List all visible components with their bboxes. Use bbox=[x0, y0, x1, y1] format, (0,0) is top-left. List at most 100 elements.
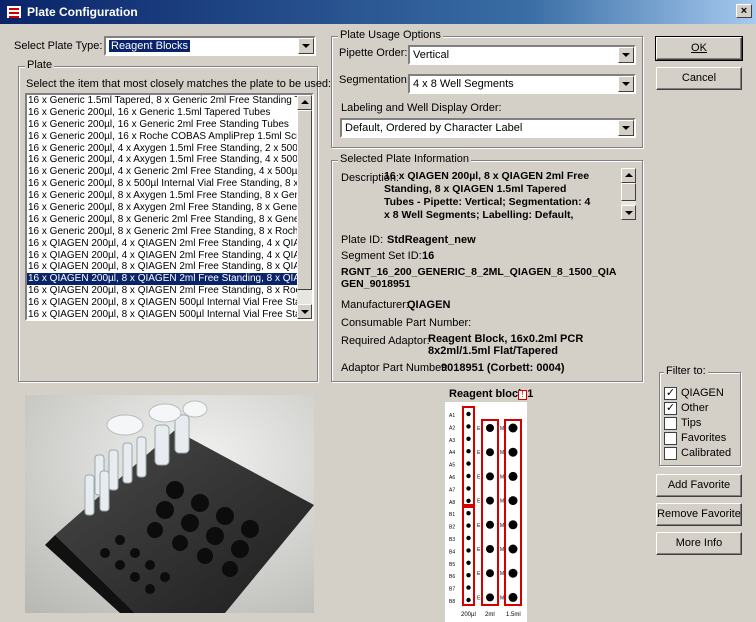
description-line: x 8 Well Segments; Labelling: Default, bbox=[384, 209, 574, 221]
remove-favorite-button[interactable]: Remove Favorite bbox=[656, 503, 742, 526]
plate-list-item[interactable]: 16 x Generic 200µl, 8 x Generic 2ml Free… bbox=[27, 226, 297, 238]
tube-size-label: 2ml bbox=[485, 612, 495, 618]
plate-list-item[interactable]: 16 x Generic 200µl, 4 x Axygen 1.5ml Fre… bbox=[27, 154, 297, 166]
well[interactable] bbox=[466, 411, 471, 417]
well[interactable] bbox=[486, 569, 494, 578]
plate-list-item[interactable]: 16 x Generic 200µl, 8 x 500µl Internal V… bbox=[27, 178, 297, 190]
well[interactable] bbox=[486, 593, 494, 602]
plate-list-item[interactable]: 16 x QIAGEN 200µl, 8 x QIAGEN 2ml Free S… bbox=[27, 273, 297, 286]
well[interactable] bbox=[486, 496, 494, 505]
plate-list-item[interactable]: 16 x QIAGEN 200µl, 8 x QIAGEN 500µl Inte… bbox=[27, 309, 297, 319]
well[interactable] bbox=[508, 568, 518, 578]
filter-item[interactable]: ✓ Other bbox=[664, 402, 738, 416]
filter-checkbox[interactable]: ✓ bbox=[664, 387, 677, 400]
well[interactable] bbox=[466, 473, 471, 479]
well[interactable] bbox=[466, 597, 471, 603]
plate-list-item[interactable]: 16 x QIAGEN 200µl, 8 x QIAGEN 2ml Free S… bbox=[27, 285, 297, 297]
well[interactable] bbox=[486, 472, 494, 481]
chevron-down-icon[interactable] bbox=[298, 38, 314, 54]
well[interactable] bbox=[486, 545, 494, 553]
plate-list-item[interactable]: 16 x Generic 200µl, 8 x Axygen 2ml Free … bbox=[27, 202, 297, 214]
pipette-order-value: Vertical bbox=[413, 49, 450, 61]
plate-list-item[interactable]: 16 x QIAGEN 200µl, 4 x QIAGEN 2ml Free S… bbox=[27, 250, 297, 262]
plate-list[interactable]: 16 x Generic 1.5ml Tapered, 8 x Generic … bbox=[25, 93, 314, 321]
description-scrollbar[interactable] bbox=[621, 168, 636, 220]
well[interactable] bbox=[466, 535, 471, 541]
plate-list-item[interactable]: 16 x Generic 200µl, 4 x Generic 2ml Free… bbox=[27, 166, 297, 178]
plate-list-item[interactable]: 16 x Generic 200µl, 16 x Generic 1.5ml T… bbox=[27, 107, 297, 119]
scroll-thumb[interactable] bbox=[621, 183, 636, 201]
pipette-order-dropdown[interactable]: Vertical bbox=[408, 45, 636, 65]
filter-item[interactable]: ✓ QIAGEN bbox=[664, 387, 738, 401]
plate-code-line: GEN_9018951 bbox=[341, 278, 411, 290]
well-label: A1 bbox=[449, 413, 455, 419]
filter-checkbox[interactable]: ✓ bbox=[664, 402, 677, 415]
add-favorite-button[interactable]: Add Favorite bbox=[656, 474, 742, 497]
well[interactable] bbox=[466, 548, 471, 553]
well[interactable] bbox=[466, 573, 471, 578]
warning-icon[interactable]: ! bbox=[518, 390, 527, 400]
filter-item[interactable]: Tips bbox=[664, 417, 738, 431]
plate-photo bbox=[25, 395, 314, 613]
well[interactable] bbox=[466, 449, 471, 454]
well-label: B6 bbox=[449, 574, 455, 580]
close-icon[interactable]: × bbox=[736, 4, 752, 18]
scroll-down-icon[interactable] bbox=[621, 205, 636, 220]
filter-item[interactable]: Favorites bbox=[664, 432, 738, 446]
well[interactable] bbox=[466, 461, 471, 466]
plate-type-dropdown[interactable]: Reagent Blocks bbox=[104, 36, 316, 56]
well[interactable] bbox=[466, 585, 471, 590]
plate-list-item[interactable]: 16 x QIAGEN 200µl, 8 x QIAGEN 500µl Inte… bbox=[27, 297, 297, 309]
well[interactable] bbox=[466, 486, 471, 491]
well-label: M bbox=[500, 571, 504, 577]
more-info-button[interactable]: More Info bbox=[656, 532, 742, 555]
well[interactable] bbox=[508, 592, 518, 602]
ok-button[interactable]: OK bbox=[655, 36, 743, 61]
scroll-up-icon[interactable] bbox=[297, 95, 312, 110]
plate-list-item[interactable]: 16 x Generic 200µl, 16 x Generic 2ml Fre… bbox=[27, 119, 297, 131]
well[interactable] bbox=[486, 448, 494, 457]
well-label: M bbox=[500, 474, 504, 480]
filter-item[interactable]: Calibrated bbox=[664, 447, 738, 461]
well[interactable] bbox=[508, 423, 518, 433]
segmentation-dropdown[interactable]: 4 x 8 Well Segments bbox=[408, 74, 636, 94]
well[interactable] bbox=[508, 520, 518, 530]
scroll-up-icon[interactable] bbox=[621, 168, 636, 183]
cancel-button[interactable]: Cancel bbox=[656, 67, 742, 90]
filter-checkbox[interactable] bbox=[664, 432, 677, 445]
well[interactable] bbox=[466, 498, 471, 503]
plate-list-item[interactable]: 16 x Generic 200µl, 16 x Roche COBAS Amp… bbox=[27, 131, 297, 143]
well[interactable] bbox=[486, 424, 494, 432]
scroll-down-icon[interactable] bbox=[297, 304, 312, 319]
well[interactable] bbox=[466, 424, 471, 429]
plate-list-item[interactable]: 16 x Generic 200µl, 4 x Axygen 1.5ml Fre… bbox=[27, 143, 297, 155]
filter-checkbox[interactable] bbox=[664, 417, 677, 430]
info-group-title: Selected Plate Information bbox=[338, 153, 472, 165]
chevron-down-icon[interactable] bbox=[618, 47, 634, 63]
plate-id-label: Plate ID: bbox=[341, 234, 384, 246]
plate-list-item[interactable]: 16 x QIAGEN 200µl, 8 x QIAGEN 2ml Free S… bbox=[27, 261, 297, 273]
well[interactable] bbox=[486, 520, 494, 529]
well[interactable] bbox=[466, 511, 471, 516]
chevron-down-icon[interactable] bbox=[618, 76, 634, 92]
well[interactable] bbox=[466, 436, 471, 441]
well[interactable] bbox=[466, 523, 471, 528]
chevron-down-icon[interactable] bbox=[618, 120, 634, 136]
well[interactable] bbox=[508, 447, 518, 457]
well[interactable] bbox=[466, 560, 471, 565]
plate-list-item[interactable]: 16 x Generic 200µl, 8 x Axygen 1.5ml Fre… bbox=[27, 190, 297, 202]
labeling-dropdown[interactable]: Default, Ordered by Character Label bbox=[340, 118, 636, 138]
filter-checkbox[interactable] bbox=[664, 447, 677, 460]
well-label: A4 bbox=[449, 450, 455, 456]
tube-size-label: 1.5ml bbox=[506, 612, 521, 618]
plate-list-item[interactable]: 16 x QIAGEN 200µl, 4 x QIAGEN 2ml Free S… bbox=[27, 238, 297, 250]
well[interactable] bbox=[508, 471, 518, 481]
plate-list-item[interactable]: 16 x Generic 1.5ml Tapered, 8 x Generic … bbox=[27, 95, 297, 107]
well[interactable] bbox=[508, 496, 518, 506]
well[interactable] bbox=[508, 544, 518, 554]
plate-list-scrollbar[interactable] bbox=[297, 95, 312, 319]
plate-list-item[interactable]: 16 x Generic 200µl, 8 x Generic 2ml Free… bbox=[27, 214, 297, 226]
well-label: B8 bbox=[449, 599, 455, 605]
scroll-thumb[interactable] bbox=[297, 110, 312, 290]
description-line: Standing, 8 x QIAGEN 1.5ml Tapered bbox=[384, 183, 567, 195]
